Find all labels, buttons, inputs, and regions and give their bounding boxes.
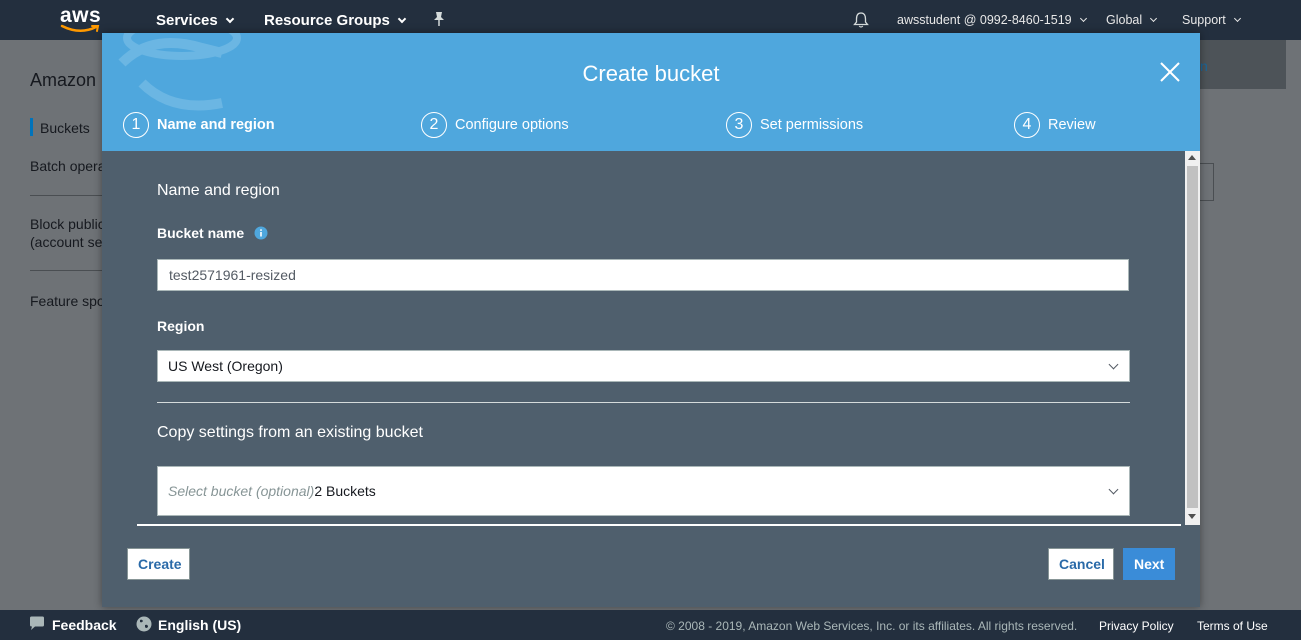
step-review[interactable]: 4 Review bbox=[1014, 112, 1096, 138]
background-action-button[interactable]: n bbox=[1200, 40, 1286, 89]
copy-bucket-select[interactable]: Select bucket (optional)2 Buckets bbox=[157, 466, 1130, 516]
step-configure-options[interactable]: 2 Configure options bbox=[421, 112, 569, 138]
services-label: Services bbox=[156, 12, 218, 29]
page-scrollbar[interactable] bbox=[1286, 40, 1301, 610]
scrollbar-thumb[interactable] bbox=[1187, 166, 1198, 508]
sidebar-title: Amazon bbox=[30, 70, 97, 90]
step-number: 2 bbox=[421, 112, 447, 138]
feedback-label: Feedback bbox=[52, 617, 117, 633]
speech-bubble-icon bbox=[30, 616, 44, 631]
region-label: Region bbox=[157, 318, 205, 334]
scroll-down-arrow-icon[interactable] bbox=[1188, 514, 1196, 519]
step-number: 4 bbox=[1014, 112, 1040, 138]
background-action-label: n bbox=[1200, 58, 1208, 74]
account-menu[interactable]: awsstudent @ 0992-8460-1519 bbox=[897, 13, 1087, 27]
language-label: English (US) bbox=[158, 617, 242, 633]
sidebar-item-buckets[interactable]: Buckets bbox=[40, 120, 90, 136]
step-label: Review bbox=[1048, 117, 1096, 133]
resource-groups-menu[interactable]: Resource Groups bbox=[264, 12, 407, 29]
bucket-name-label: Bucket name bbox=[157, 225, 268, 241]
content-bottom-divider bbox=[137, 524, 1181, 526]
resource-groups-label: Resource Groups bbox=[264, 12, 390, 29]
bucket-name-input[interactable] bbox=[157, 259, 1129, 291]
sidebar-item-account-settings[interactable]: (account se bbox=[30, 234, 102, 250]
step-label: Set permissions bbox=[760, 117, 864, 133]
section-divider bbox=[157, 402, 1130, 403]
feedback-link[interactable]: Feedback bbox=[28, 616, 117, 634]
step-label: Name and region bbox=[157, 117, 275, 133]
region-menu[interactable]: Global bbox=[1106, 13, 1158, 27]
chevron-down-icon bbox=[1108, 484, 1119, 495]
chevron-down-icon bbox=[1233, 14, 1241, 23]
copy-bucket-placeholder: Select bucket (optional) bbox=[168, 483, 315, 499]
account-label: awsstudent @ 0992-8460-1519 bbox=[897, 13, 1072, 27]
bell-icon[interactable] bbox=[852, 11, 870, 29]
next-button[interactable]: Next bbox=[1123, 548, 1175, 580]
chevron-down-icon bbox=[1079, 14, 1087, 23]
footer: Feedback English (US) © 2008 - 2019, Ama… bbox=[0, 610, 1301, 640]
active-indicator bbox=[30, 118, 33, 136]
region-label: Global bbox=[1106, 13, 1143, 27]
dialog-header: Create bucket 1 Name and region 2 Configur… bbox=[102, 33, 1200, 151]
dialog-body: Name and region Bucket name Region US We… bbox=[102, 151, 1200, 607]
copyright-text: © 2008 - 2019, Amazon Web Services, Inc.… bbox=[666, 619, 1078, 633]
terms-of-use-link[interactable]: Terms of Use bbox=[1197, 619, 1268, 633]
step-number: 3 bbox=[726, 112, 752, 138]
sidebar-item-feature-spotlight[interactable]: Feature spo bbox=[30, 293, 105, 309]
cancel-button[interactable]: Cancel bbox=[1048, 548, 1114, 580]
info-icon[interactable] bbox=[254, 226, 268, 240]
sidebar-item-block-public-access[interactable]: Block public bbox=[30, 216, 105, 232]
dialog-title: Create bucket bbox=[582, 61, 720, 86]
services-menu[interactable]: Services bbox=[156, 12, 234, 29]
sidebar-divider bbox=[30, 270, 102, 271]
sidebar-divider bbox=[30, 195, 102, 196]
section-title: Name and region bbox=[157, 182, 280, 199]
bucket-name-label-text: Bucket name bbox=[157, 225, 245, 241]
pin-icon[interactable] bbox=[432, 11, 446, 27]
copy-bucket-select-value: Select bucket (optional)2 Buckets bbox=[168, 483, 376, 499]
language-selector[interactable]: English (US) bbox=[136, 616, 242, 634]
step-number: 1 bbox=[123, 112, 149, 138]
chevron-down-icon bbox=[1108, 359, 1119, 370]
globe-icon bbox=[136, 616, 152, 632]
copy-settings-title: Copy settings from an existing bucket bbox=[157, 424, 423, 441]
smile-icon bbox=[60, 24, 100, 32]
chevron-down-icon bbox=[225, 14, 234, 24]
close-icon[interactable] bbox=[1159, 61, 1181, 83]
privacy-policy-link[interactable]: Privacy Policy bbox=[1099, 619, 1174, 633]
chevron-down-icon bbox=[397, 14, 407, 24]
scroll-up-arrow-icon[interactable] bbox=[1188, 155, 1196, 160]
dialog-scrollbar[interactable] bbox=[1185, 151, 1200, 525]
create-button[interactable]: Create bbox=[127, 548, 190, 580]
step-name-and-region[interactable]: 1 Name and region bbox=[123, 112, 275, 138]
step-set-permissions[interactable]: 3 Set permissions bbox=[726, 112, 863, 138]
support-menu[interactable]: Support bbox=[1182, 13, 1241, 27]
chevron-down-icon bbox=[1150, 14, 1158, 23]
bucket-count: 2 Buckets bbox=[314, 483, 376, 499]
aws-logo[interactable]: aws bbox=[58, 4, 104, 36]
region-select-value: US West (Oregon) bbox=[168, 358, 283, 374]
create-bucket-dialog: Create bucket 1 Name and region 2 Configur… bbox=[102, 33, 1200, 607]
region-select[interactable]: US West (Oregon) bbox=[157, 350, 1130, 382]
sidebar-item-batch-operations[interactable]: Batch opera bbox=[30, 158, 106, 174]
background-input-edge bbox=[1200, 163, 1214, 201]
step-label: Configure options bbox=[455, 117, 569, 133]
support-label: Support bbox=[1182, 13, 1226, 27]
